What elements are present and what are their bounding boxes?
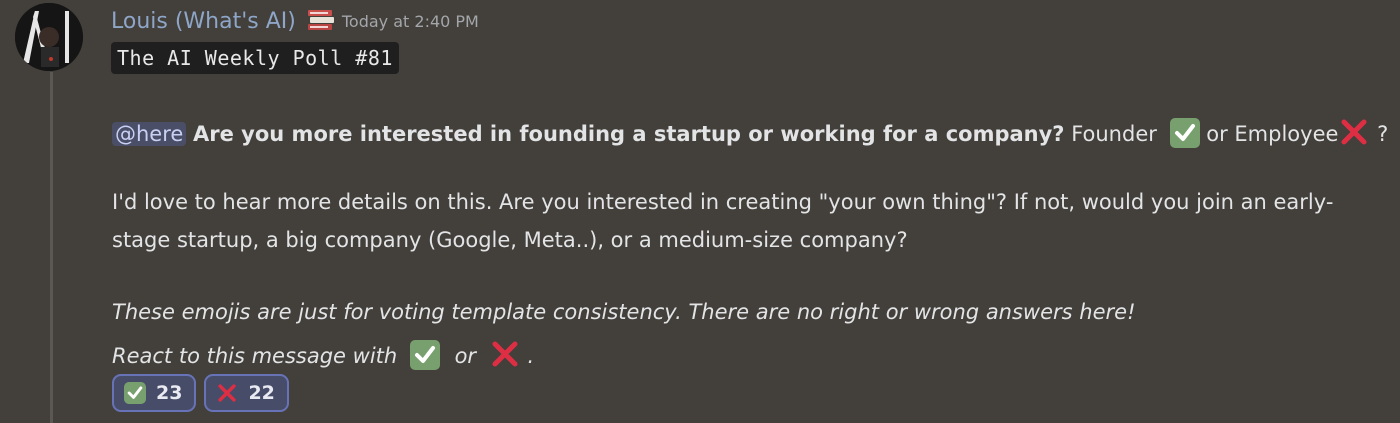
check-mark-icon	[409, 340, 440, 370]
employee-label: or Employee	[1206, 122, 1339, 146]
reaction-cross[interactable]: 22	[204, 374, 289, 412]
reaction-check[interactable]: 23	[112, 374, 197, 412]
cross-mark-icon	[1338, 116, 1370, 148]
books-icon	[306, 8, 336, 34]
cross-mark-icon	[216, 382, 238, 404]
note-line-2: React to this message with or .	[112, 338, 534, 370]
founder-label: Founder	[1071, 122, 1157, 146]
note-line-1: These emojis are just for voting templat…	[112, 300, 1136, 324]
avatar-image	[15, 3, 83, 71]
question-end: ?	[1377, 122, 1389, 146]
cross-mark-icon	[489, 338, 521, 370]
poll-title-code: The AI Weekly Poll #81	[111, 42, 399, 74]
reaction-count: 23	[156, 382, 183, 404]
author-name[interactable]: Louis (What's AI)	[111, 9, 296, 34]
details-line-2: stage startup, a big company (Google, Me…	[112, 228, 908, 252]
here-mention[interactable]: @here	[112, 122, 187, 146]
timestamp: Today at 2:40 PM	[341, 11, 479, 31]
question-text: Are you more interested in founding a st…	[193, 122, 1065, 146]
check-mark-icon	[124, 382, 146, 404]
note-end: .	[527, 344, 535, 368]
note-prefix: React to this message with	[112, 344, 398, 368]
question-line: @here Are you more interested in foundin…	[112, 116, 1388, 148]
avatar[interactable]	[15, 3, 83, 71]
thread-line	[50, 72, 53, 423]
message-header: Louis (What's AI) Today at 2:40 PM	[111, 3, 479, 39]
reaction-count: 22	[248, 382, 275, 404]
details-line-1: I'd love to hear more details on this. A…	[112, 190, 1334, 214]
check-mark-icon	[1169, 118, 1200, 148]
reactions-bar: 23 22	[112, 374, 289, 412]
note-or: or	[454, 344, 477, 368]
